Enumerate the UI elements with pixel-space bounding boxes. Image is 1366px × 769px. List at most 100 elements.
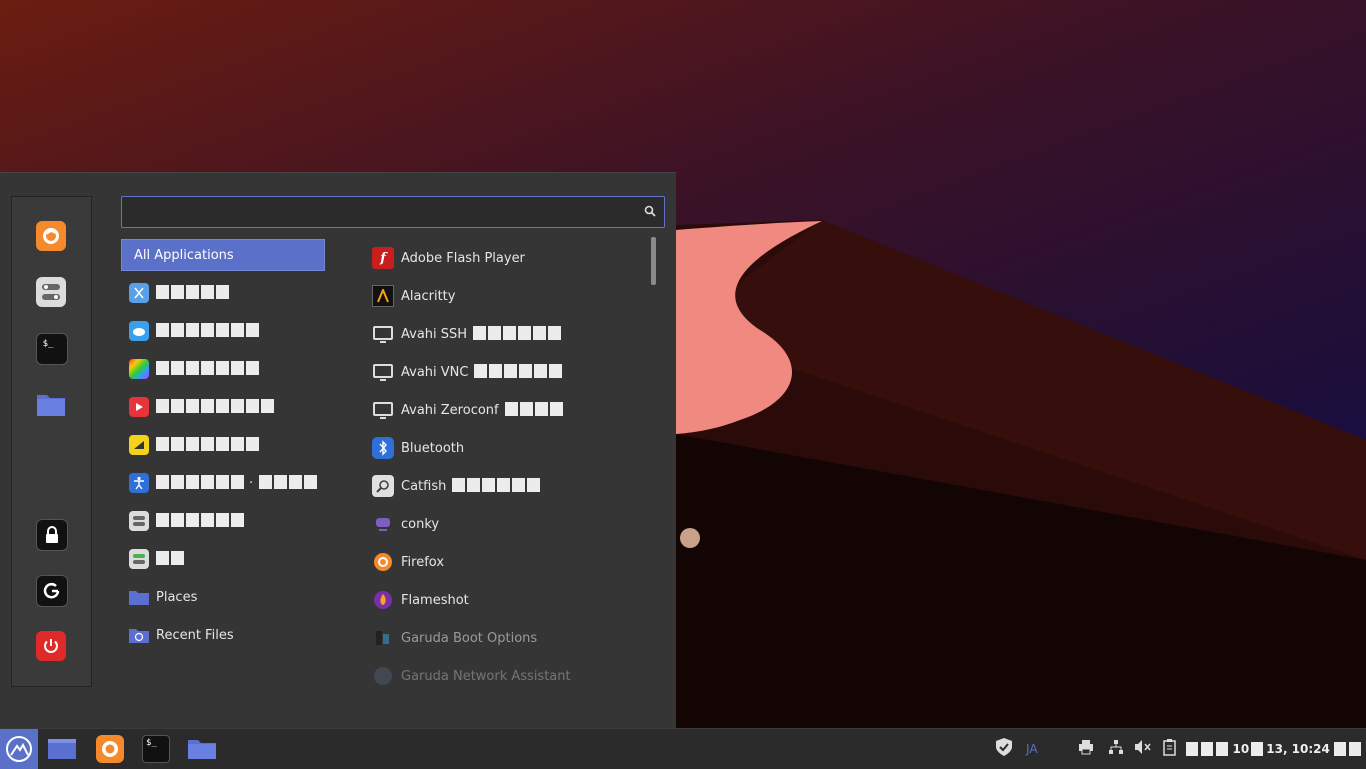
search-icon xyxy=(644,205,656,217)
garuda-logo-icon xyxy=(6,736,32,762)
folder-icon xyxy=(129,587,149,607)
bluetooth-icon xyxy=(372,437,394,459)
terminal-icon: $_ xyxy=(142,735,170,763)
app-firefox[interactable]: Firefox xyxy=(372,543,662,581)
volume-muted-icon[interactable] xyxy=(1134,739,1152,759)
app-name: Garuda Network Assistant xyxy=(401,668,571,684)
category-all-applications[interactable]: All Applications xyxy=(121,239,325,271)
show-desktop-button[interactable] xyxy=(44,729,80,769)
category-label-placeholder: · xyxy=(156,475,319,491)
category-label-placeholder xyxy=(156,361,261,377)
app-adobe-flash-player[interactable]: f Adobe Flash Player xyxy=(372,239,662,277)
category-label-placeholder xyxy=(156,399,276,415)
folder-icon xyxy=(188,740,216,759)
category-places[interactable]: Places xyxy=(121,581,331,613)
lock-screen-button[interactable] xyxy=(36,519,68,551)
category-system[interactable] xyxy=(121,543,331,575)
magnifier-icon xyxy=(372,475,394,497)
start-menu-button[interactable] xyxy=(0,729,38,769)
network-assistant-icon xyxy=(372,665,394,687)
application-list: f Adobe Flash Player Alacritty Avahi SSH… xyxy=(372,239,662,689)
recent-folder-icon xyxy=(129,625,149,645)
printer-icon[interactable] xyxy=(1078,739,1094,759)
category-label: Recent Files xyxy=(156,627,234,643)
app-conky[interactable]: conky xyxy=(372,505,662,543)
settings-favorite-button[interactable] xyxy=(36,277,66,307)
category-list: All Applications · Places Recent Files xyxy=(121,239,331,657)
app-name: Firefox xyxy=(401,554,445,570)
category-cloud[interactable] xyxy=(121,315,331,347)
garuda-logo-fragment xyxy=(680,528,700,548)
app-avahi-zeroconf[interactable]: Avahi Zeroconf xyxy=(372,391,662,429)
app-flameshot[interactable]: Flameshot xyxy=(372,581,662,619)
boot-options-icon xyxy=(372,627,394,649)
taskbar: $_ JA 10 13, 10:24 xyxy=(0,728,1366,769)
clipboard-icon[interactable] xyxy=(1162,738,1178,760)
firefox-icon xyxy=(43,228,59,244)
office-icon xyxy=(129,435,149,455)
clock-month: 10 xyxy=(1232,742,1250,756)
play-icon xyxy=(129,397,149,417)
taskbar-terminal-button[interactable]: $_ xyxy=(138,729,174,769)
app-avahi-vnc[interactable]: Avahi VNC xyxy=(372,353,662,391)
search-box[interactable] xyxy=(121,196,665,228)
category-accessories[interactable] xyxy=(121,277,331,309)
app-avahi-ssh[interactable]: Avahi SSH xyxy=(372,315,662,353)
app-name: Avahi SSH xyxy=(401,326,468,342)
category-graphics[interactable] xyxy=(121,353,331,385)
system-toggle-icon xyxy=(129,549,149,569)
category-settings[interactable] xyxy=(121,505,331,537)
scissors-icon xyxy=(129,283,149,303)
input-method-indicator[interactable]: JA xyxy=(1026,742,1038,756)
taskbar-files-button[interactable] xyxy=(184,729,220,769)
toggle-settings-icon xyxy=(129,511,149,531)
application-list-scrollbar[interactable] xyxy=(651,237,656,285)
category-universal-access[interactable]: · xyxy=(121,467,331,499)
desktop-icon xyxy=(48,739,76,759)
firefox-icon xyxy=(96,735,124,763)
logout-button[interactable] xyxy=(36,575,68,607)
app-subtitle-placeholder xyxy=(474,364,564,380)
firefox-icon xyxy=(372,551,394,573)
category-recent-files[interactable]: Recent Files xyxy=(121,619,331,651)
category-label-placeholder xyxy=(156,323,261,339)
lock-icon xyxy=(46,526,58,543)
category-label: Places xyxy=(156,589,198,605)
taskbar-firefox-button[interactable] xyxy=(92,729,128,769)
clock-day-time: 13, 10:24 xyxy=(1266,742,1330,756)
graphics-icon xyxy=(129,359,149,379)
app-bluetooth[interactable]: Bluetooth xyxy=(372,429,662,467)
shutdown-button[interactable] xyxy=(36,631,66,661)
shield-icon[interactable] xyxy=(994,737,1014,761)
category-label-placeholder xyxy=(156,551,186,567)
category-label-placeholder xyxy=(156,437,261,453)
terminal-icon: $_ xyxy=(42,339,54,349)
application-menu: $_ All Applications · Places Recent File… xyxy=(0,172,676,729)
category-office[interactable] xyxy=(121,429,331,461)
alacritty-icon xyxy=(372,285,394,307)
firefox-favorite-button[interactable] xyxy=(36,221,66,251)
app-garuda-boot-options[interactable]: Garuda Boot Options xyxy=(372,619,662,657)
app-name: Adobe Flash Player xyxy=(401,250,525,266)
toggle-settings-icon xyxy=(42,284,60,300)
files-favorite-button[interactable] xyxy=(36,389,66,419)
app-name: Avahi VNC xyxy=(401,364,469,380)
network-icon[interactable] xyxy=(1108,739,1124,759)
monitor-icon xyxy=(372,323,394,345)
app-alacritty[interactable]: Alacritty xyxy=(372,277,662,315)
monitor-icon xyxy=(372,399,394,421)
clock[interactable]: 10 13, 10:24 xyxy=(1185,742,1364,756)
category-label-placeholder xyxy=(156,285,231,301)
app-garuda-network-assistant[interactable]: Garuda Network Assistant xyxy=(372,657,662,689)
terminal-favorite-button[interactable]: $_ xyxy=(36,333,68,365)
power-icon xyxy=(44,639,58,653)
conky-icon xyxy=(372,513,394,535)
app-name: conky xyxy=(401,516,440,532)
cloud-icon xyxy=(129,321,149,341)
category-multimedia[interactable] xyxy=(121,391,331,423)
search-input[interactable] xyxy=(130,202,634,224)
app-name: Catfish xyxy=(401,478,447,494)
app-subtitle-placeholder xyxy=(452,478,542,494)
app-catfish[interactable]: Catfish xyxy=(372,467,662,505)
flameshot-icon xyxy=(372,589,394,611)
